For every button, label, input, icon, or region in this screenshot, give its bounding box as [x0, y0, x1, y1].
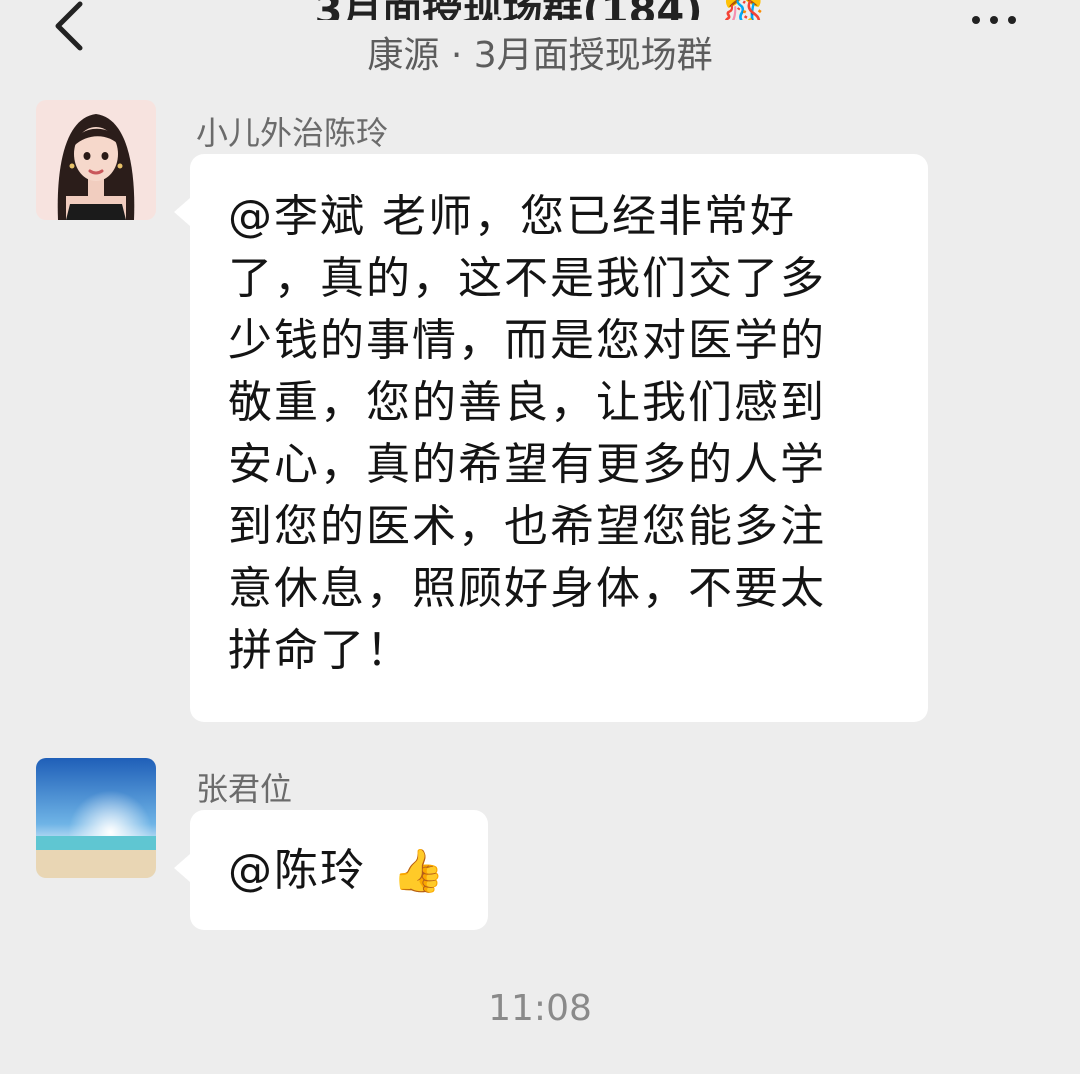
- chat-title: 3月面授现场群(184) 🎊: [0, 0, 1080, 20]
- message-line: @李斌 老师，您已经非常好: [228, 191, 796, 242]
- woman-portrait-avatar: [36, 100, 156, 220]
- message-line: 少钱的事情，而是您对医学的: [228, 315, 826, 366]
- avatar[interactable]: [36, 758, 156, 878]
- message-bubble[interactable]: @李斌 老师，您已经非常好 了，真的，这不是我们交了多 少钱的事情，而是您对医学…: [174, 154, 928, 722]
- chat-subtitle: 康源 · 3月面授现场群: [367, 35, 713, 76]
- message-bubble[interactable]: @陈玲 👍: [174, 810, 488, 930]
- sender-name: 小儿外治陈玲: [196, 114, 389, 152]
- timestamp: 11:08: [488, 988, 592, 1029]
- thumbs-up-icon: 👍: [392, 846, 447, 895]
- celebration-emoji: 🎊: [721, 0, 766, 20]
- message-line: 敬重，您的善良，让我们感到: [228, 377, 826, 428]
- message-line: 到您的医术，也希望您能多注: [228, 501, 826, 552]
- message-line: 意休息，照顾好身体，不要太: [228, 563, 826, 614]
- message-line: 了，真的，这不是我们交了多: [228, 253, 826, 304]
- message-line: @陈玲 👍: [228, 840, 488, 902]
- message-line: 拼命了！: [228, 625, 412, 676]
- beach-sky-avatar: [36, 758, 156, 878]
- more-dots-icon: [972, 16, 980, 24]
- message-line: 安心，真的希望有更多的人学: [228, 439, 826, 490]
- avatar[interactable]: [36, 100, 156, 220]
- sender-name: 张君位: [196, 770, 293, 808]
- mention-text: @陈玲: [228, 845, 366, 896]
- chat-title-text: 3月面授现场群(184): [315, 0, 703, 20]
- chat-header: 3月面授现场群(184) 🎊 康源 · 3月面授现场群: [0, 0, 1080, 90]
- more-button[interactable]: [964, 10, 1024, 30]
